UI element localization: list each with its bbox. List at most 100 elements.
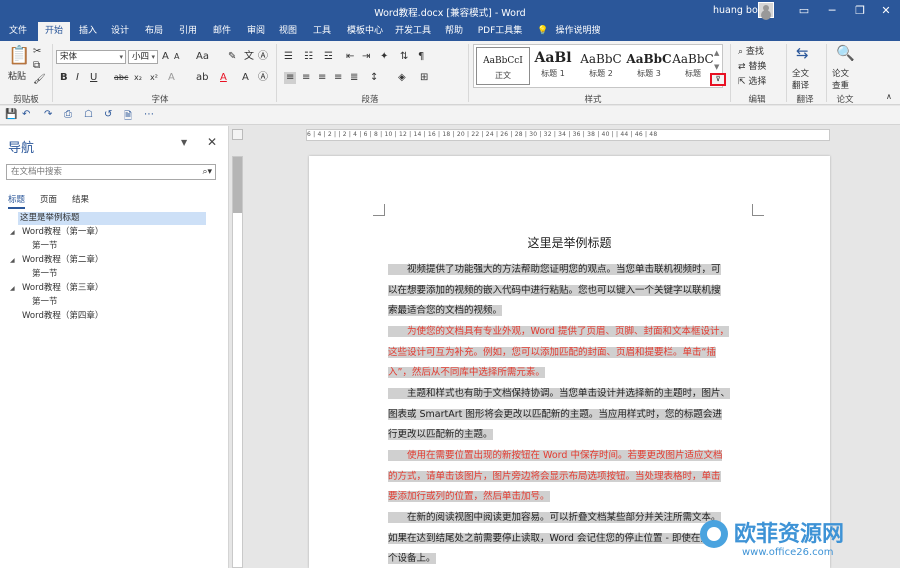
highlight-icon[interactable]: ab [196, 72, 208, 84]
translate-icon[interactable]: ⇆ [796, 46, 809, 61]
font-color-icon[interactable]: A [220, 72, 227, 84]
justify-icon[interactable]: ≡ [334, 72, 342, 84]
tab-design[interactable]: 设计 [104, 22, 136, 41]
collapse-ribbon-icon[interactable]: ∧ [886, 91, 892, 103]
tab-layout[interactable]: 布局 [138, 22, 170, 41]
nav-heading-item[interactable]: ◢ Word教程（第二章） [10, 254, 103, 267]
tab-home[interactable]: 开始 [38, 22, 70, 41]
paper-check-icon[interactable]: 🔍 [836, 46, 855, 61]
styles-expand-button[interactable]: ⊽ [710, 73, 726, 86]
ribbon-display-options-icon[interactable]: ▭ [790, 2, 818, 20]
avatar[interactable] [758, 2, 774, 18]
print-preview-icon[interactable]: ⎙ [64, 109, 72, 120]
italic-icon[interactable]: I [76, 72, 79, 84]
tell-me-search[interactable]: 操作说明搜索 [552, 22, 604, 55]
new-document-icon[interactable]: 🗎 [124, 109, 132, 126]
grow-font-icon[interactable]: A [162, 51, 169, 63]
shading-icon[interactable]: ◈ [398, 72, 406, 84]
chinese-layout-icon[interactable]: ✦ [380, 51, 388, 63]
tab-references[interactable]: 引用 [172, 22, 204, 41]
vertical-ruler[interactable] [232, 156, 243, 568]
minimize-icon[interactable]: ─ [818, 2, 846, 20]
close-icon[interactable]: ✕ [872, 2, 900, 20]
nav-search-input[interactable]: 在文档中搜索 ⌕▾ [6, 164, 216, 180]
bullets-icon[interactable]: ☰ [284, 51, 293, 63]
underline-icon[interactable]: U [90, 72, 97, 84]
tab-tools[interactable]: 工具 [306, 22, 338, 41]
tab-help[interactable]: 帮助 [438, 22, 470, 41]
nav-heading-item[interactable]: ◢ Word教程（第一章） [10, 226, 103, 239]
borders-icon[interactable]: ⊞ [420, 72, 428, 84]
sort-icon[interactable]: ⇅ [400, 51, 408, 63]
touch-mode-icon[interactable]: ☖ [84, 109, 93, 120]
lightbulb-icon[interactable]: 💡 [534, 22, 552, 41]
document-page[interactable]: 这里是举例标题 视频提供了功能强大的方法帮助您证明您的观点。当您单击联机视频时，… [309, 156, 830, 568]
save-icon[interactable]: 💾 [5, 109, 17, 120]
nav-options-icon[interactable]: ▼ [181, 138, 187, 147]
superscript-icon[interactable]: x² [150, 72, 158, 84]
text-effects-icon[interactable]: A [168, 72, 175, 84]
paste-icon[interactable]: 📋 [8, 45, 30, 66]
select-button[interactable]: ⇱ 选择 [738, 76, 766, 88]
align-left-icon[interactable]: ≡ [284, 72, 297, 84]
bold-icon[interactable]: B [60, 72, 68, 84]
copy-icon[interactable]: ⧉ [33, 60, 40, 72]
numbering-icon[interactable]: ☷ [304, 51, 313, 63]
char-border-icon[interactable]: Ⓐ [258, 72, 268, 84]
phonetic-guide-icon[interactable]: 文 [244, 51, 254, 63]
tab-selector[interactable] [232, 129, 243, 140]
nav-heading-item[interactable]: 这里是举例标题 [18, 212, 206, 225]
format-painter-icon[interactable]: 🖌 [33, 74, 46, 86]
replace-button[interactable]: ⇄ 替换 [738, 61, 766, 73]
distributed-icon[interactable]: ≣ [350, 72, 358, 84]
nav-heading-item[interactable]: 第一节 [32, 240, 58, 253]
nav-tab-pages[interactable]: 页面 [40, 193, 57, 205]
nav-heading-item[interactable]: Word教程（第四章） [22, 310, 103, 323]
undo-icon[interactable]: ↶ [22, 109, 30, 120]
collapse-triangle-icon[interactable]: ◢ [10, 282, 15, 295]
nav-tab-headings[interactable]: 标题 [8, 193, 26, 209]
tab-mailings[interactable]: 邮件 [206, 22, 238, 41]
paper-check-button[interactable]: 论文 查重 [832, 68, 849, 92]
font-name-combo[interactable]: 宋体 ▾ [56, 50, 126, 64]
nav-heading-item[interactable]: 第一节 [32, 268, 58, 281]
change-case-icon[interactable]: Aa [196, 51, 209, 63]
scroll-down-icon[interactable]: ▼ [714, 61, 719, 73]
redo-icon[interactable]: ↷ [44, 109, 52, 120]
nav-heading-item[interactable]: ◢ Word教程（第三章） [10, 282, 103, 295]
nav-tab-results[interactable]: 结果 [72, 193, 89, 205]
strikethrough-icon[interactable]: abc [114, 72, 128, 84]
align-center-icon[interactable]: ≡ [302, 72, 310, 84]
restore-icon[interactable]: ❐ [846, 2, 874, 20]
tab-template-center[interactable]: 模板中心 [342, 22, 388, 41]
customize-toolbar-icon[interactable]: ⋯ [144, 109, 154, 120]
line-spacing-icon[interactable]: ↕ [370, 72, 378, 84]
subscript-icon[interactable]: x₂ [134, 72, 142, 84]
decrease-indent-icon[interactable]: ⇤ [346, 51, 354, 63]
tab-developer[interactable]: 开发工具 [392, 22, 434, 41]
clear-format-icon[interactable]: ✎ [228, 51, 236, 63]
align-right-icon[interactable]: ≡ [318, 72, 326, 84]
shrink-font-icon[interactable]: A [174, 51, 179, 63]
undo-typing-icon[interactable]: ↺ [104, 109, 112, 120]
font-size-combo[interactable]: 小四 ▾ [128, 50, 158, 64]
tab-view[interactable]: 视图 [272, 22, 304, 41]
collapse-triangle-icon[interactable]: ◢ [10, 254, 15, 267]
enclose-char-icon[interactable]: Ⓐ [258, 51, 268, 63]
nav-heading-item[interactable]: 第一节 [32, 296, 58, 309]
style-heading-1[interactable]: AaBl 标题 1 [526, 47, 580, 85]
paste-button[interactable]: 粘贴 [8, 69, 26, 82]
tab-insert[interactable]: 插入 [72, 22, 104, 41]
nav-close-icon[interactable]: ✕ [207, 135, 217, 149]
scroll-up-icon[interactable]: ▲ [714, 47, 719, 59]
tab-file[interactable]: 文件 [2, 22, 34, 41]
full-translate-button[interactable]: 全文 翻译 [792, 68, 809, 92]
find-button[interactable]: ⌕ 查找 [738, 46, 764, 58]
horizontal-ruler[interactable]: 6 | 4 | 2 | | 2 | 4 | 6 | 8 | 10 | 12 | … [306, 129, 830, 141]
tab-review[interactable]: 审阅 [240, 22, 272, 41]
search-icon[interactable]: ⌕▾ [202, 165, 212, 179]
tab-pdf-tools[interactable]: PDF工具集 [474, 22, 526, 41]
style-normal[interactable]: AaBbCcI 正文 [476, 47, 530, 85]
char-shading-icon[interactable]: A [242, 72, 249, 84]
increase-indent-icon[interactable]: ⇥ [362, 51, 370, 63]
